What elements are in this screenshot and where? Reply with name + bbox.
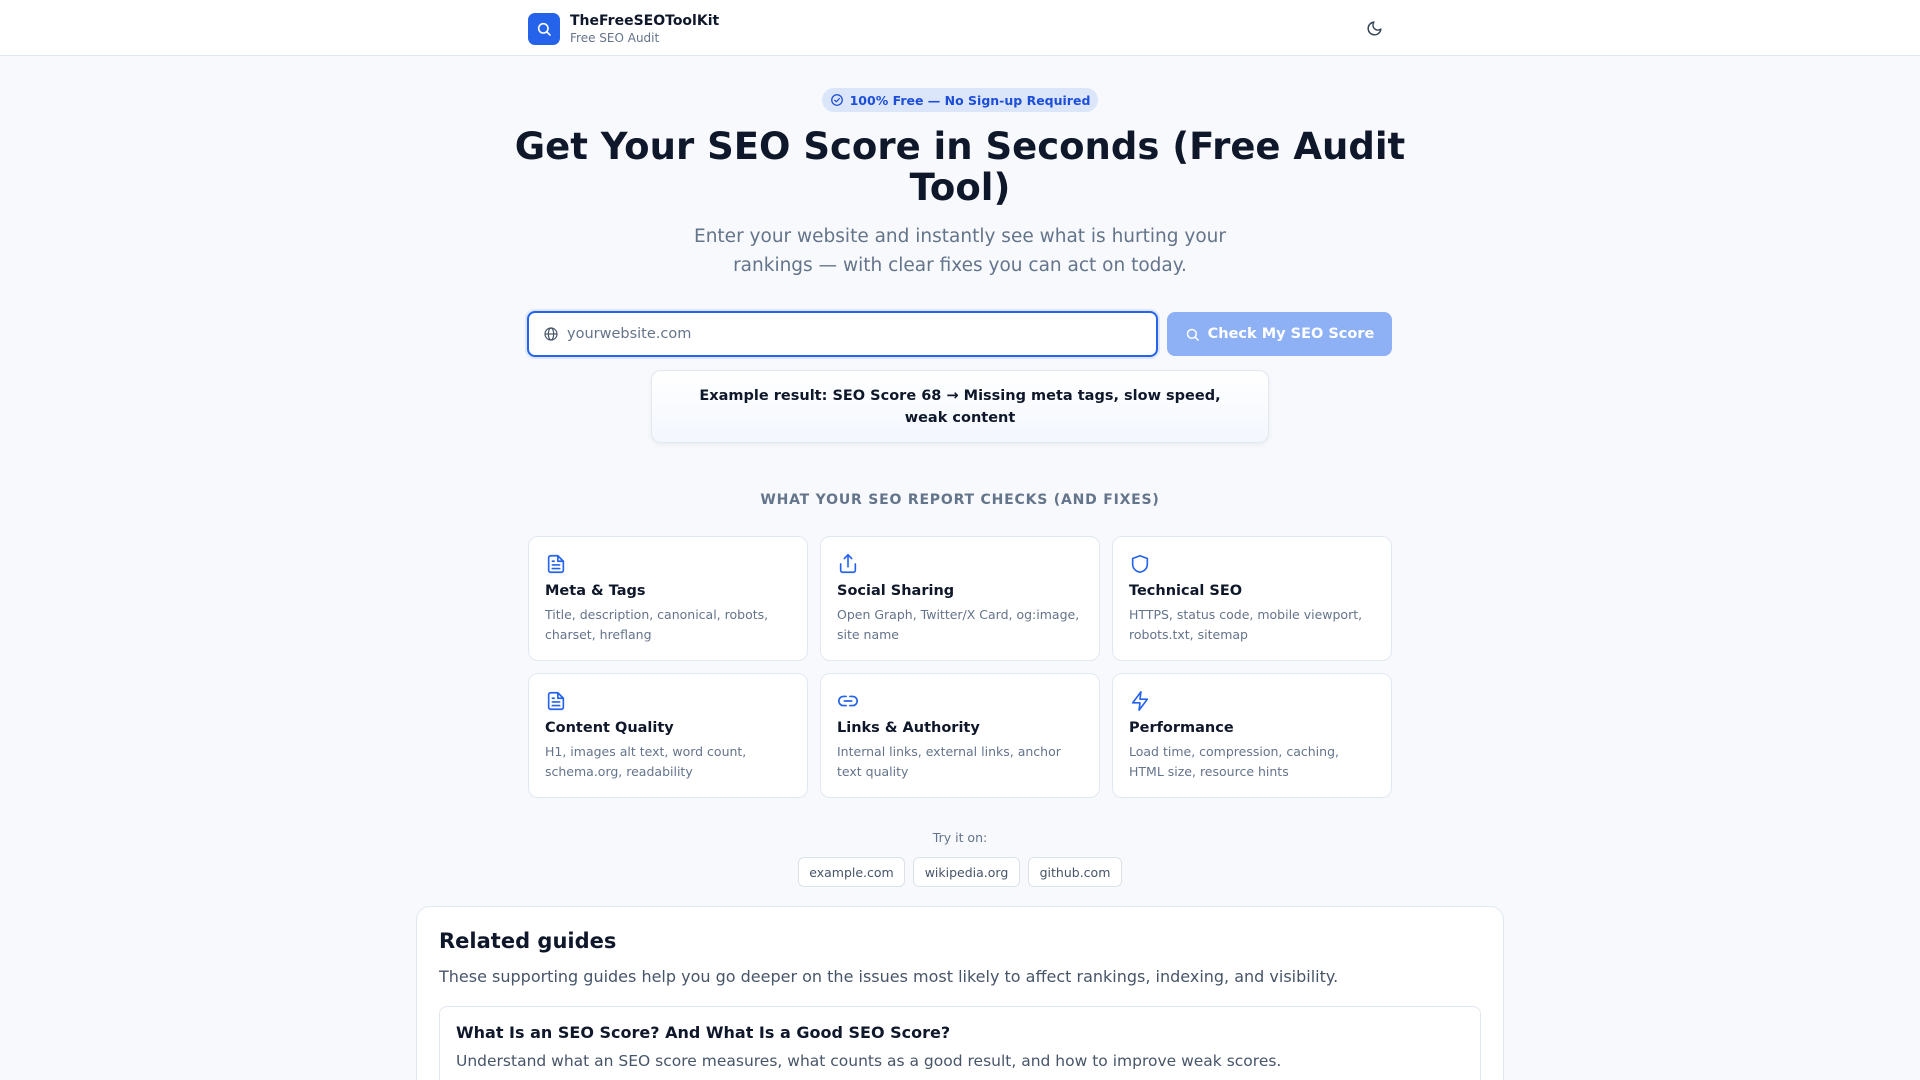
document-icon (547, 691, 565, 711)
guide-description: Understand what an SEO score measures, w… (456, 1052, 1282, 1070)
feature-description: Internal links, external links, anchor t… (837, 744, 1061, 779)
feature-title: Social Sharing (837, 583, 955, 599)
feature-description: Open Graph, Twitter/X Card, og:image, si… (837, 607, 1080, 642)
example-result: Example result: SEO Score 68 → Missing m… (651, 370, 1269, 443)
related-guides-title: Related guides (439, 929, 617, 953)
example-chip[interactable]: github.com (1028, 857, 1122, 887)
example-chip[interactable]: example.com (798, 857, 905, 887)
feature-title: Links & Authority (837, 720, 980, 736)
feature-title: Performance (1129, 720, 1234, 736)
moon-icon[interactable] (1362, 16, 1386, 40)
feature-card-meta-tags: Meta & Tags Title, description, canonica… (528, 536, 808, 661)
related-guides-description: These supporting guides help you go deep… (439, 967, 1339, 986)
example-chip[interactable]: wikipedia.org (913, 857, 1020, 887)
badge-text: 100% Free — No Sign-up Required (849, 92, 1091, 108)
feature-title: Meta & Tags (545, 583, 646, 599)
feature-title: Content Quality (545, 720, 674, 736)
url-search-box[interactable] (527, 311, 1158, 357)
link-icon (838, 695, 858, 707)
check-seo-score-button[interactable]: Check My SEO Score (1167, 312, 1392, 356)
shield-icon (1131, 554, 1149, 574)
feature-card-social-sharing: Social Sharing Open Graph, Twitter/X Car… (820, 536, 1100, 661)
page-subtitle: Enter your website and instantly see wha… (694, 226, 1226, 276)
share-icon (839, 554, 857, 574)
site-header: TheFreeSEOToolKit Free SEO Audit (0, 0, 1920, 56)
feature-description: Title, description, canonical, robots, c… (545, 607, 769, 642)
url-input[interactable] (567, 326, 1127, 342)
globe-icon (544, 327, 558, 341)
page-title: Get Your SEO Score in Seconds (Free Audi… (514, 125, 1406, 209)
feature-description: Load time, compression, caching, HTML si… (1129, 744, 1339, 779)
feature-card-content-quality: Content Quality H1, images alt text, wor… (528, 673, 808, 798)
search-icon (1186, 328, 1199, 341)
search-icon (528, 13, 560, 45)
brand-subtitle: Free SEO Audit (570, 31, 660, 45)
feature-card-technical-seo: Technical SEO HTTPS, status code, mobile… (1112, 536, 1392, 661)
feature-title: Technical SEO (1129, 583, 1243, 599)
brand-name: TheFreeSEOToolKit (570, 13, 720, 29)
related-guides-section: Related guides These supporting guides h… (416, 906, 1504, 1080)
free-badge: 100% Free — No Sign-up Required (822, 88, 1098, 112)
document-icon (547, 554, 565, 574)
feature-description: HTTPS, status code, mobile viewport, rob… (1129, 607, 1363, 642)
try-it-label: Try it on: (932, 830, 988, 845)
feature-card-links-authority: Links & Authority Internal links, extern… (820, 673, 1100, 798)
lightning-icon (1131, 691, 1149, 711)
feature-card-performance: Performance Load time, compression, cach… (1112, 673, 1392, 798)
check-button-label: Check My SEO Score (1207, 326, 1375, 342)
brand[interactable]: TheFreeSEOToolKit Free SEO Audit (528, 12, 719, 46)
features-heading: WHAT YOUR SEO REPORT CHECKS (AND FIXES) (760, 492, 1160, 508)
feature-description: H1, images alt text, word count, schema.… (545, 744, 747, 779)
guide-title[interactable]: What Is an SEO Score? And What Is a Good… (456, 1023, 950, 1042)
guide-card[interactable]: What Is an SEO Score? And What Is a Good… (439, 1006, 1481, 1080)
check-circle-icon (830, 94, 843, 106)
